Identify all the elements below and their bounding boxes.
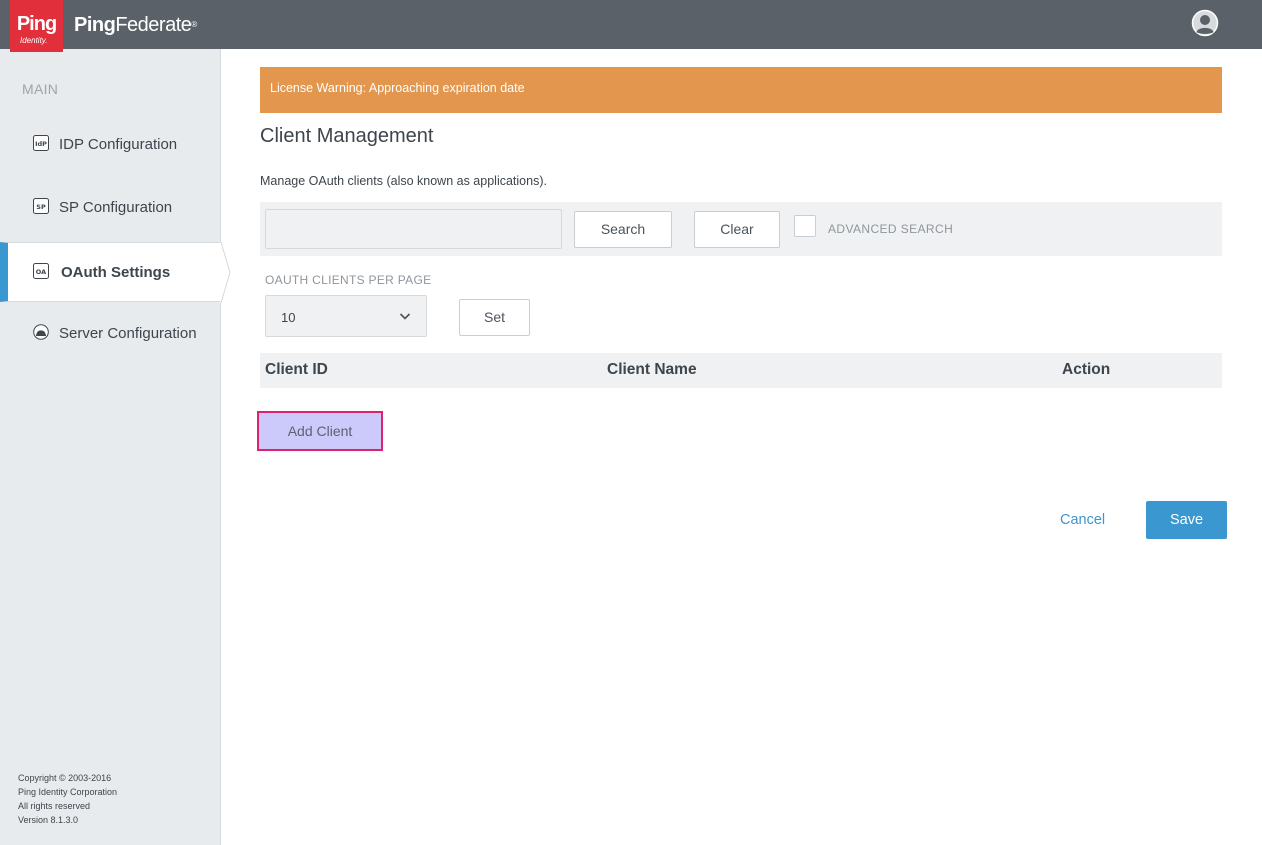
- user-avatar-icon[interactable]: [1191, 9, 1219, 37]
- copyright-line: Copyright © 2003-2016: [18, 773, 112, 783]
- clients-table-header: Client ID Client Name Action: [260, 353, 1222, 388]
- idp-icon-text: IdP: [35, 140, 47, 148]
- license-warning-banner: License Warning: Approaching expiration …: [260, 67, 1222, 113]
- server-icon: [33, 324, 49, 340]
- ping-identity-logo[interactable]: Ping Identity.: [10, 0, 63, 52]
- sp-icon: SP: [33, 198, 49, 214]
- chevron-down-icon: [399, 313, 411, 320]
- sidebar-item-oauth-settings[interactable]: OA OAuth Settings: [0, 242, 222, 302]
- active-nav-pointer: [220, 242, 231, 303]
- sidebar-item-sp-configuration[interactable]: SP SP Configuration: [0, 178, 221, 238]
- sidebar-item-server-configuration[interactable]: Server Configuration: [0, 304, 221, 364]
- copyright-line: Ping Identity Corporation: [18, 787, 118, 797]
- advanced-search-checkbox[interactable]: [794, 215, 816, 237]
- clients-per-page-value: 10: [281, 310, 296, 325]
- product-name: PingFederate®: [74, 14, 197, 36]
- set-per-page-button[interactable]: Set: [459, 299, 530, 336]
- clear-button[interactable]: Clear: [694, 211, 780, 248]
- copyright-line: All rights reserved: [18, 801, 91, 811]
- save-button[interactable]: Save: [1146, 501, 1227, 539]
- logo-text: Ping: [16, 13, 57, 35]
- oauth-icon-text: OA: [36, 268, 46, 276]
- clients-per-page-select[interactable]: 10: [265, 295, 427, 337]
- column-header-client-name[interactable]: Client Name: [607, 361, 697, 379]
- search-input[interactable]: [265, 209, 562, 249]
- version-line: Version 8.1.3.0: [18, 815, 79, 825]
- product-name-bold: Ping: [74, 14, 116, 36]
- logo-subtext: Identity.: [20, 36, 48, 45]
- add-client-button[interactable]: Add Client: [257, 411, 383, 451]
- sidebar-item-label: OAuth Settings: [61, 264, 171, 281]
- sidebar-item-label: IDP Configuration: [59, 136, 178, 153]
- product-name-rest: Federate: [115, 14, 192, 36]
- page-title: Client Management: [260, 125, 434, 147]
- sidebar-item-idp-configuration[interactable]: IdP IDP Configuration: [0, 115, 221, 175]
- clients-per-page-label: OAUTH CLIENTS PER PAGE: [265, 273, 432, 287]
- top-bar: Ping Identity. PingFederate®: [0, 0, 1262, 52]
- sidebar-item-label: SP Configuration: [59, 199, 173, 216]
- advanced-search-label[interactable]: ADVANCED SEARCH: [828, 222, 953, 236]
- oauth-icon: OA: [33, 263, 49, 279]
- sp-icon-text: SP: [36, 203, 46, 211]
- copyright-notice: Copyright © 2003-2016 Ping Identity Corp…: [18, 771, 117, 827]
- search-button[interactable]: Search: [574, 211, 672, 248]
- cancel-button[interactable]: Cancel: [1060, 512, 1105, 528]
- idp-icon: IdP: [33, 135, 49, 151]
- column-header-client-id[interactable]: Client ID: [265, 361, 328, 379]
- sidebar-item-label: Server Configuration: [59, 325, 197, 342]
- page-description: Manage OAuth clients (also known as appl…: [260, 174, 547, 188]
- column-header-action: Action: [1062, 361, 1111, 378]
- sidebar: MAIN IdP IDP Configuration SP SP Configu…: [0, 49, 222, 845]
- search-bar: Search Clear ADVANCED SEARCH: [260, 202, 1222, 256]
- registered-mark: ®: [191, 20, 197, 29]
- sidebar-heading: MAIN: [22, 81, 59, 97]
